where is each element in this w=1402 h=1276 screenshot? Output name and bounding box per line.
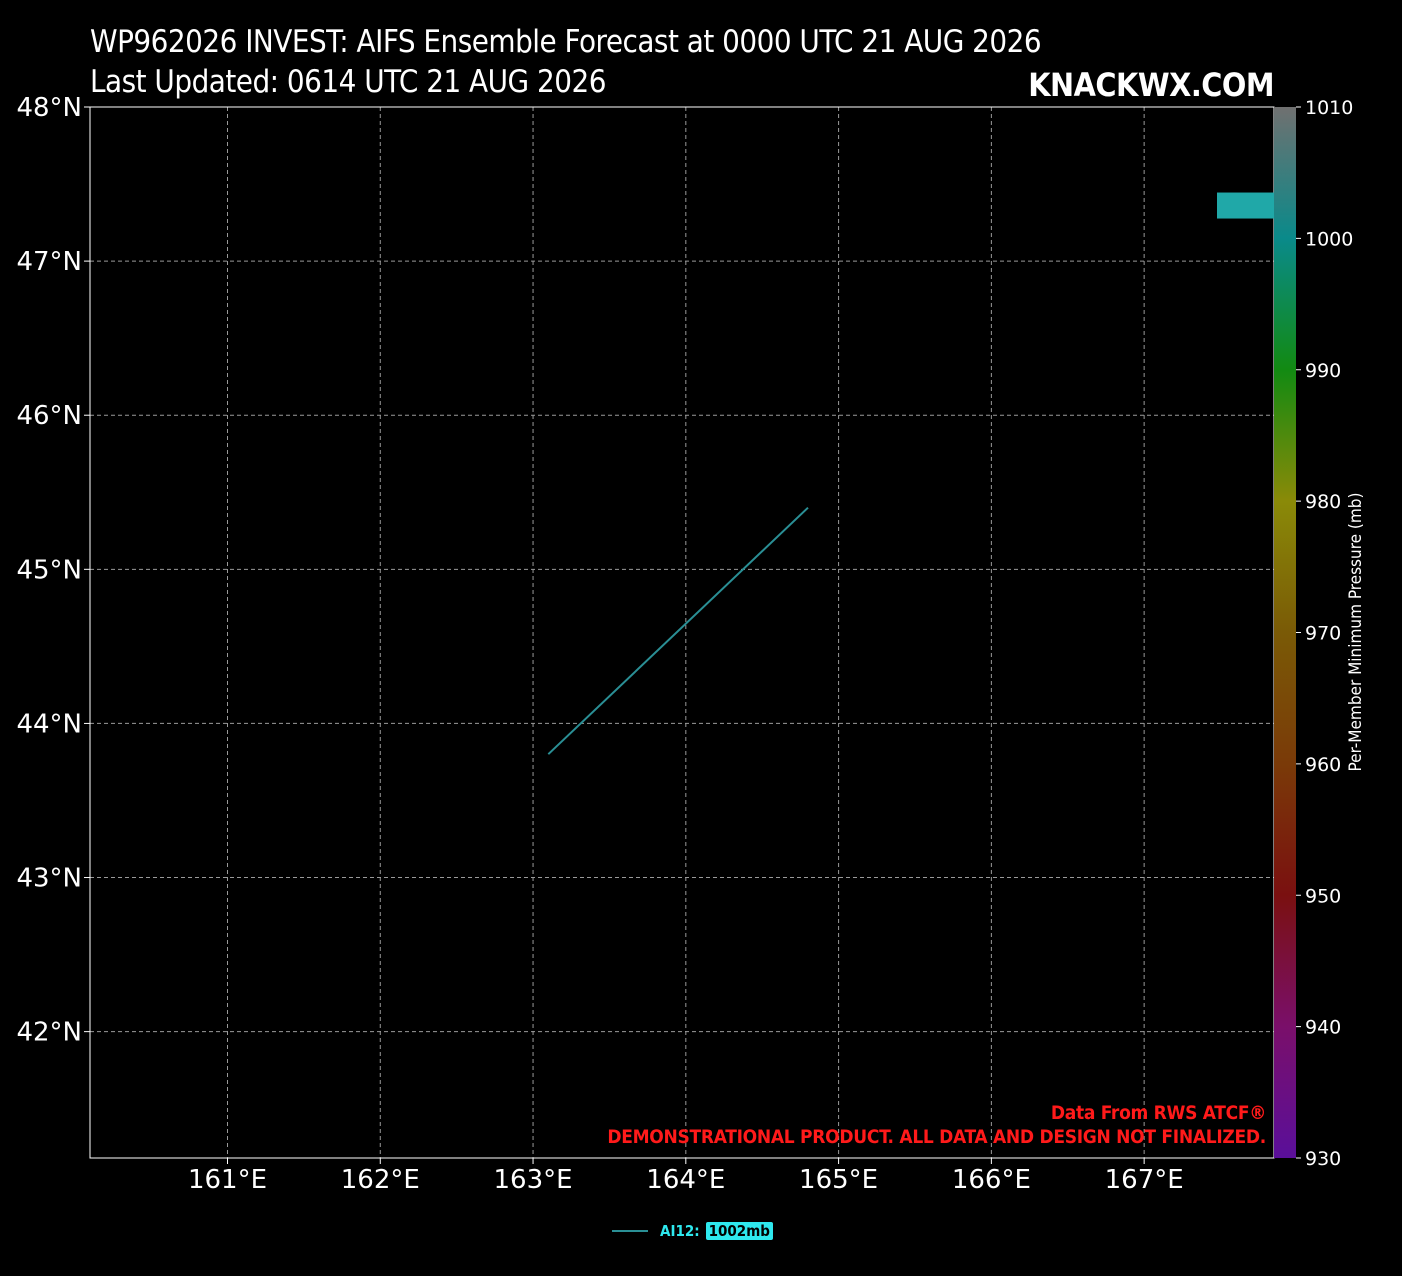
data-source-credit: Data From RWS ATCF®	[1050, 1102, 1266, 1124]
y-tick-label: 45°N	[16, 555, 82, 585]
track-layer	[547, 506, 809, 755]
x-tick-label: 163°E	[494, 1165, 573, 1195]
colorbar-tick-label: 950	[1305, 885, 1341, 907]
legend-member-label: AI12:	[660, 1222, 700, 1240]
y-tick-label: 48°N	[16, 93, 82, 123]
legend-swatch	[612, 1230, 648, 1232]
legend: AI12: 1002mb	[612, 1222, 773, 1240]
x-axis-ticks: 161°E 162°E 163°E 164°E 165°E 166°E 167°E	[188, 1158, 1184, 1195]
colorbar-tick-label: 1010	[1305, 97, 1353, 119]
track-line-ai12	[547, 506, 809, 755]
colorbar-label: Per-Member Minimum Pressure (mb)	[1346, 492, 1366, 772]
y-tick-label: 42°N	[16, 1018, 82, 1048]
colorbar-tick-label: 970	[1305, 623, 1341, 645]
colorbar-tick-label: 960	[1305, 754, 1341, 776]
y-tick-label: 47°N	[16, 247, 82, 277]
x-tick-label: 165°E	[799, 1165, 878, 1195]
y-tick-label: 43°N	[16, 864, 82, 894]
colorbar-tick-label: 990	[1305, 360, 1341, 382]
x-tick-label: 164°E	[646, 1165, 725, 1195]
y-tick-label: 44°N	[16, 709, 82, 739]
map-chart: 161°E 162°E 163°E 164°E 165°E 166°E 167°E 42°N…	[16, 93, 1353, 1195]
colorbar	[1274, 107, 1296, 1158]
y-tick-label: 46°N	[16, 401, 82, 431]
colorbar-tick-label: 930	[1305, 1148, 1341, 1170]
legend-pressure-badge: 1002mb	[705, 1222, 773, 1240]
grid-lines	[90, 106, 1274, 1158]
plot-frame	[89, 106, 1275, 1159]
colorbar-tick-label: 980	[1305, 491, 1341, 513]
x-tick-label: 162°E	[341, 1165, 420, 1195]
colorbar-ticks: 930 940 950 960 970 980 990 1000 1010	[1296, 97, 1353, 1170]
x-tick-label: 167°E	[1105, 1165, 1184, 1195]
disclaimer-text: DEMONSTRATIONAL PRODUCT. ALL DATA AND DE…	[607, 1126, 1266, 1148]
colorbar-marker	[1217, 192, 1274, 219]
x-tick-label: 166°E	[952, 1165, 1031, 1195]
colorbar-tick-label: 940	[1305, 1017, 1341, 1039]
colorbar-tick-label: 1000	[1305, 228, 1353, 250]
y-axis-ticks: 42°N 43°N 44°N 45°N 46°N 47°N 48°N	[16, 93, 90, 1048]
x-tick-label: 161°E	[188, 1165, 267, 1195]
